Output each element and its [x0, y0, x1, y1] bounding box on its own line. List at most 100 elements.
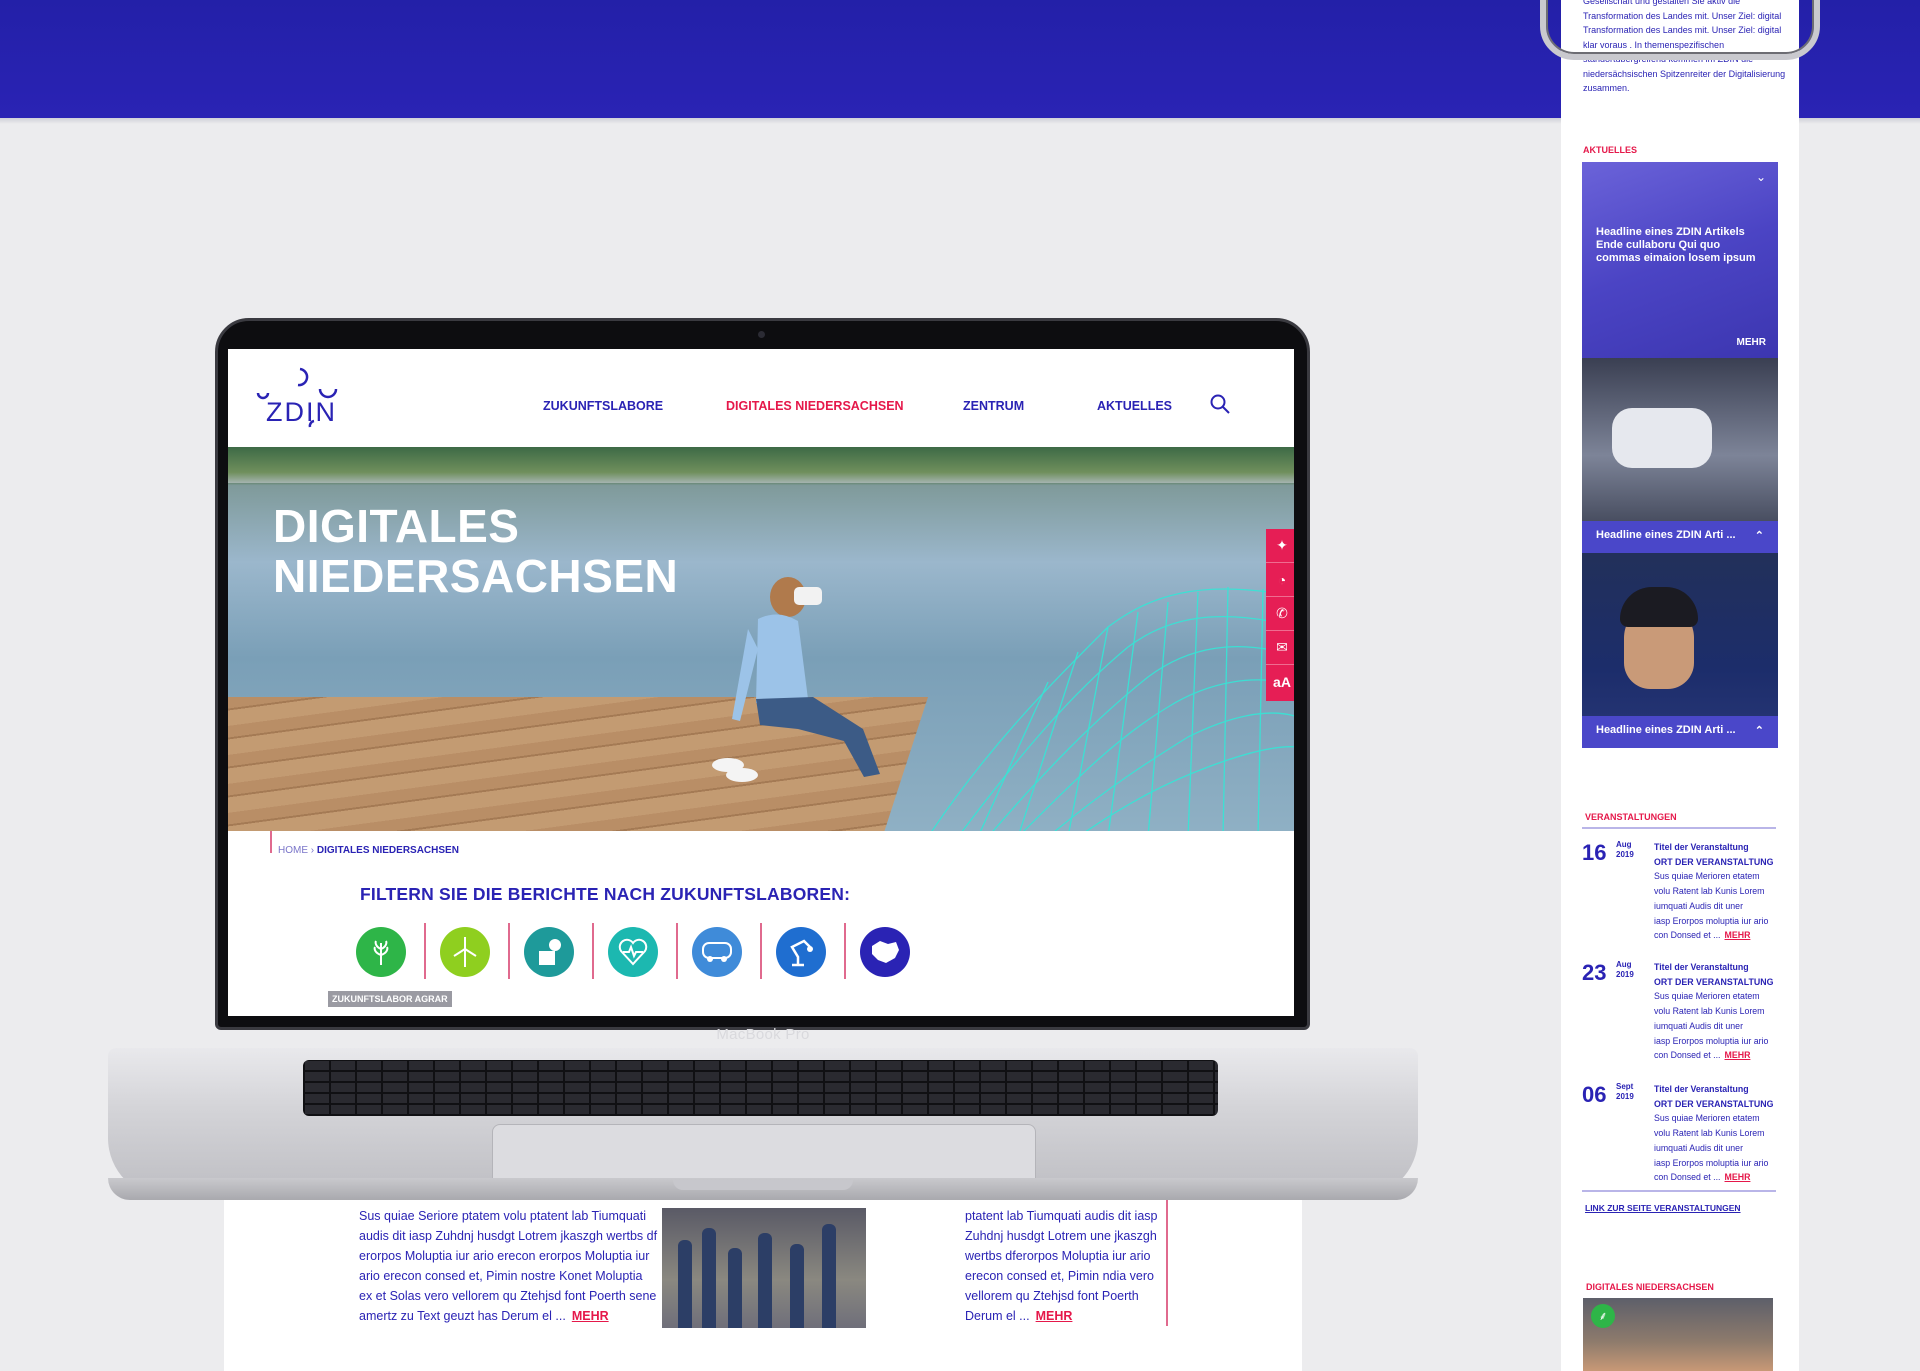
text-line: Zuhdnj husdgt Lotrem une jkaszgh: [965, 1229, 1157, 1243]
gesellschaft-icon[interactable]: [860, 927, 910, 977]
teaser-text-left: Sus quiae Seriore ptatem volu ptatent la…: [359, 1206, 659, 1326]
text-line: Derum el ...: [965, 1309, 1030, 1323]
text-line: amertz zu Text geuzt has Derum el ...: [359, 1309, 566, 1323]
hero-section: DIGITALES NIEDERSACHSEN ✦ ◔ ✆ ✉ aA: [228, 447, 1294, 831]
laptop-notch: [673, 1180, 853, 1190]
energie-icon[interactable]: [440, 927, 490, 977]
zdin-logo[interactable]: ZDIN: [256, 363, 346, 433]
below-content: Sus quiae Seriore ptatem volu ptatent la…: [224, 1200, 1302, 1371]
more-link[interactable]: MEHR: [1725, 1172, 1751, 1182]
vr-person-image: [712, 577, 880, 782]
text-line: ptatent lab Tiumquati audis dit iasp: [965, 1209, 1158, 1223]
gesundheit-icon[interactable]: [608, 927, 658, 977]
more-link[interactable]: MEHR: [1737, 337, 1766, 348]
digitales-niedersachsen-label: DIGITALES NIEDERSACHSEN: [1586, 1282, 1714, 1292]
mobile-preview: Gesellschaft und gestalten Sie aktiv die…: [1561, 0, 1799, 1371]
article-headline: Headline eines ZDIN Arti ...: [1596, 529, 1736, 541]
mail-icon[interactable]: ✉: [1266, 631, 1294, 665]
aktuelles-label: AKTUELLES: [1583, 145, 1637, 155]
divider: [1166, 1200, 1168, 1326]
nav-digitales-niedersachsen[interactable]: DIGITALES NIEDERSACHSEN: [726, 399, 904, 413]
phone-icon[interactable]: ✆: [1266, 597, 1294, 631]
digital-mesh-graphic: [931, 586, 1294, 831]
event-text: Titel der Veranstaltung ORT DER VERANSTAL…: [1654, 1084, 1774, 1183]
laptop-mockup: ZDIN ZUKUNFTSLABORE DIGITALES NIEDERSACH…: [108, 318, 1418, 1208]
article-card[interactable]: Headline eines ZDIN Arti ... ⌃: [1582, 553, 1778, 748]
hero-title-line: NIEDERSACHSEN: [273, 550, 679, 602]
site-header: ZDIN ZUKUNFTSLABORE DIGITALES NIEDERSACH…: [228, 349, 1294, 447]
chevron-up-icon[interactable]: ⌃: [1755, 724, 1764, 737]
laptop-screen: ZDIN ZUKUNFTSLABORE DIGITALES NIEDERSACH…: [228, 349, 1294, 1016]
more-link[interactable]: MEHR: [1725, 930, 1751, 940]
laptop-brand-label: MacBook Pro: [716, 1026, 810, 1043]
event-text: Titel der Veranstaltung ORT DER VERANSTAL…: [1654, 842, 1774, 941]
filter-divider: [424, 923, 426, 979]
events-label: VERANSTALTUNGEN: [1585, 812, 1677, 822]
event-day: 06: [1582, 1082, 1607, 1107]
filter-tooltip: ZUKUNFTSLABOR AGRAR: [328, 991, 452, 1007]
twitter-icon[interactable]: ✦: [1266, 529, 1294, 563]
text-line: niedersächsischen Spitzenreiter der Digi…: [1583, 68, 1786, 79]
hero-title: DIGITALES NIEDERSACHSEN: [273, 501, 678, 601]
text-line: vellorem qu Ztehjsd font Poerth: [965, 1289, 1139, 1303]
robotik-icon[interactable]: [776, 927, 826, 977]
breadcrumb-home[interactable]: HOME: [278, 845, 308, 856]
article-card[interactable]: Headline eines ZDIN Arti ... ⌃: [1582, 358, 1778, 553]
featured-article-card[interactable]: ⌄ Headline eines ZDIN Artikels Ende cull…: [1582, 162, 1778, 358]
breadcrumb-current: DIGITALES NIEDERSACHSEN: [316, 845, 459, 856]
mobilitaet-icon[interactable]: [692, 927, 742, 977]
nav-aktuelles[interactable]: AKTUELLES: [1097, 399, 1172, 413]
text-line: erecon consed et, Pimin ndia vero: [965, 1269, 1154, 1283]
tree-line: [228, 447, 1294, 483]
nav-zentrum[interactable]: ZENTRUM: [963, 399, 1024, 413]
breadcrumb: HOME › DIGITALES NIEDERSACHSEN: [278, 845, 459, 856]
event-text: Titel der Veranstaltung ORT DER VERANSTAL…: [1654, 962, 1774, 1061]
hero-title-line: DIGITALES: [273, 500, 520, 552]
filter-divider: [844, 923, 846, 979]
agrar-icon: ⸙: [1591, 1304, 1615, 1328]
drone-image: [1612, 408, 1712, 468]
text-line: ex et Solas vero vellorem qu Ztehjsd fon…: [359, 1289, 657, 1303]
agrar-icon[interactable]: [356, 927, 406, 977]
more-link[interactable]: MEHR: [1725, 1050, 1751, 1060]
more-link[interactable]: MEHR: [1036, 1309, 1073, 1323]
event-day: 23: [1582, 960, 1607, 985]
text-line: ario erecon consed et, Pimin nostre Kone…: [359, 1269, 643, 1283]
events-rule: [1582, 827, 1776, 829]
more-link[interactable]: MEHR: [572, 1309, 609, 1323]
laptop-keyboard: [303, 1060, 1218, 1116]
text-line: erorpos Moluptia iur ario erecon erorpos…: [359, 1249, 650, 1263]
events-page-link[interactable]: LINK ZUR SEITE VERANSTALTUNGEN: [1585, 1203, 1741, 1213]
text-line: wertbs dferorpos Moluptia iur ario: [965, 1249, 1151, 1263]
rss-icon[interactable]: ◔: [1266, 563, 1294, 597]
event-month: Aug 2019: [1616, 960, 1634, 979]
events-rule: [1582, 1190, 1776, 1192]
article-card-bar: Headline eines ZDIN Arti ... ⌃: [1582, 716, 1778, 748]
nav-zukunftslabore[interactable]: ZUKUNFTSLABORE: [543, 399, 663, 413]
event-month: Sept 2019: [1616, 1082, 1634, 1101]
dn-teaser-image[interactable]: ⸙: [1583, 1298, 1773, 1371]
filter-divider: [592, 923, 594, 979]
filter-divider: [676, 923, 678, 979]
text-line: audis dit iasp Zuhdnj husdgt Lotrem jkas…: [359, 1229, 658, 1243]
chevron-down-icon[interactable]: ⌄: [1756, 170, 1766, 184]
text-line: Sus quiae Seriore ptatem volu ptatent la…: [359, 1209, 646, 1223]
search-icon[interactable]: [1210, 394, 1230, 414]
portrait-hair: [1620, 587, 1698, 627]
produktion-icon[interactable]: [524, 927, 574, 977]
chevron-up-icon[interactable]: ⌃: [1755, 529, 1764, 542]
event-month: Aug 2019: [1616, 840, 1634, 859]
event-day: 16: [1582, 840, 1607, 865]
filter-divider: [760, 923, 762, 979]
article-headline: Headline eines ZDIN Arti ...: [1596, 724, 1736, 736]
camera: [758, 331, 765, 338]
logo-text: ZDIN: [266, 397, 337, 427]
font-size-icon[interactable]: aA: [1266, 665, 1294, 699]
teaser-text-right: ptatent lab Tiumquati audis dit iasp Zuh…: [965, 1206, 1165, 1326]
filter-heading: FILTERN SIE DIE BERICHTE NACH ZUKUNFTSLA…: [360, 884, 851, 904]
teaser-image[interactable]: [662, 1208, 866, 1328]
featured-headline: Headline eines ZDIN Artikels Ende cullab…: [1596, 226, 1756, 264]
filter-divider: [508, 923, 510, 979]
breadcrumb-rule: [270, 831, 272, 853]
article-card-bar: Headline eines ZDIN Arti ... ⌃: [1582, 521, 1778, 553]
